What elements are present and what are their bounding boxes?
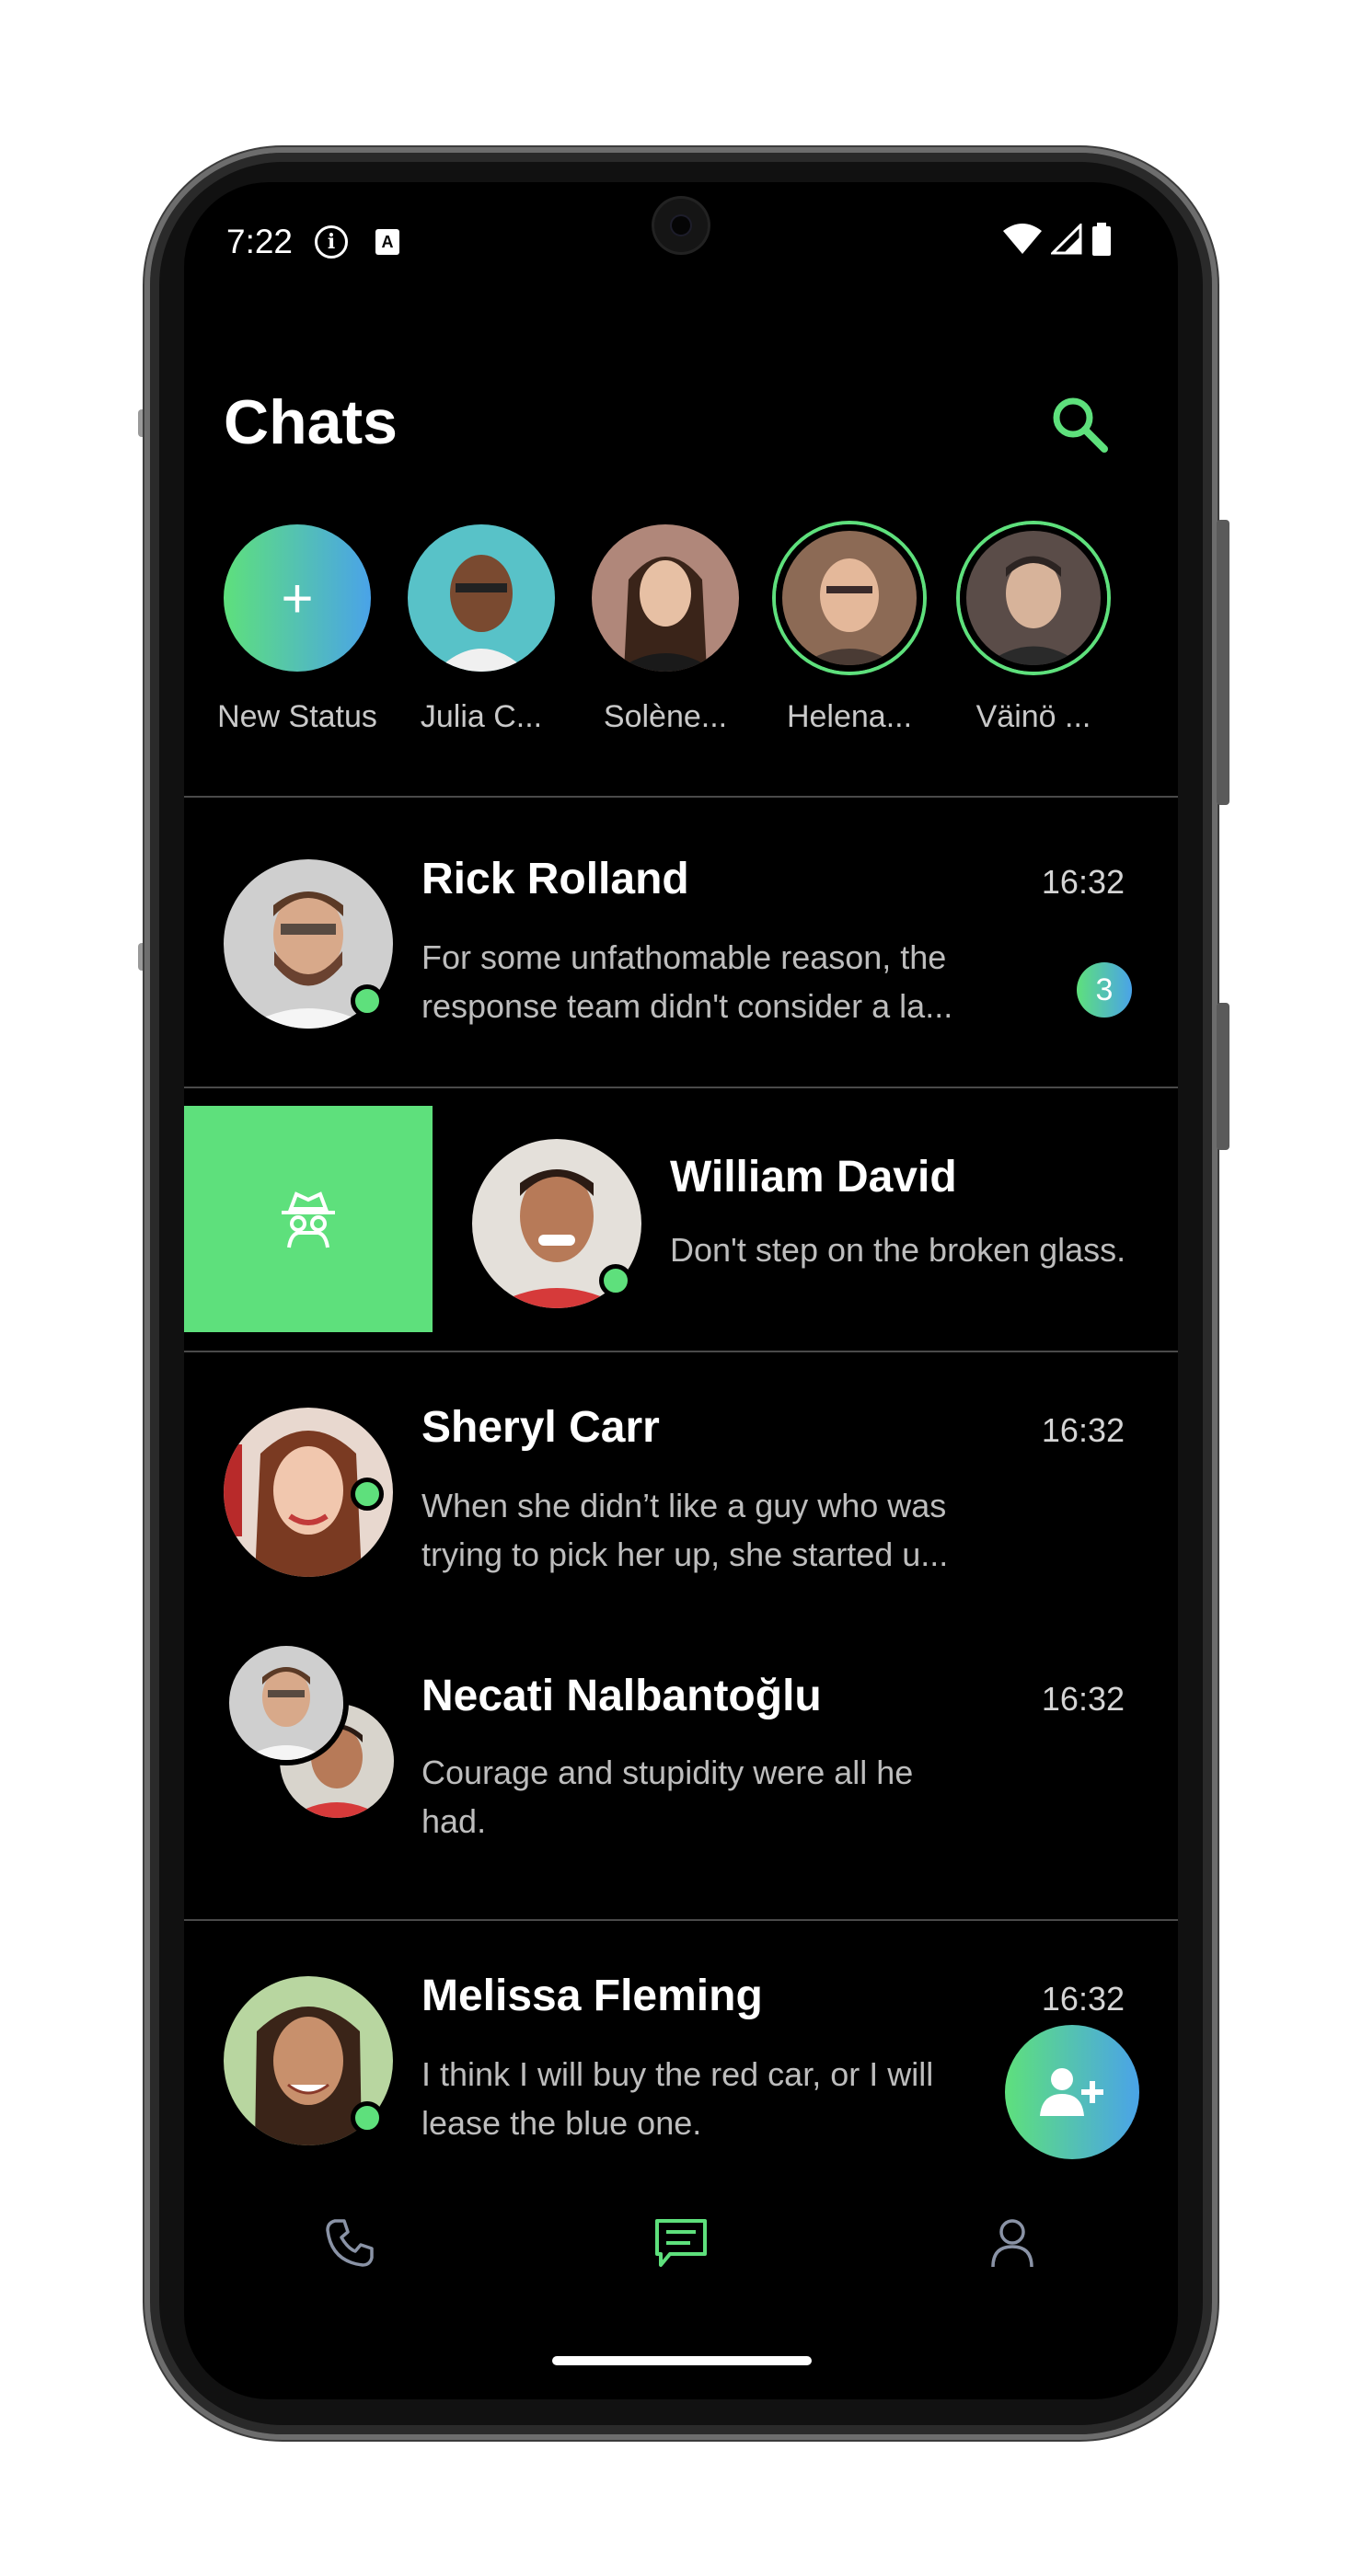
battery-icon xyxy=(1092,223,1111,256)
group-avatar-primary xyxy=(224,1640,349,1765)
story-label: Helena... xyxy=(786,699,913,734)
divider xyxy=(184,796,1178,798)
status-stories: + New Status Julia C... Solène... Helena… xyxy=(217,524,1178,745)
chat-preview: When she didn’t like a guy who was tryin… xyxy=(421,1481,1010,1579)
chat-row-necati-nalbantoglu[interactable]: Necati Nalbantoğlu 16:32 Courage and stu… xyxy=(184,1638,1178,1877)
search-icon xyxy=(1053,397,1108,453)
chat-preview-line: response team didn't consider a la... xyxy=(421,987,953,1025)
chat-name: Sheryl Carr xyxy=(421,1403,660,1452)
chat-icon xyxy=(655,2219,707,2267)
story-label: Solène... xyxy=(603,699,728,734)
story-new-status[interactable]: + New Status xyxy=(205,524,389,735)
person-add-icon xyxy=(1040,2068,1103,2116)
divider xyxy=(184,1087,1178,1088)
online-indicator xyxy=(351,1478,384,1511)
story-label: Julia C... xyxy=(420,699,543,734)
chat-row-rick-rolland[interactable]: Rick Rolland 16:32 For some unfathomable… xyxy=(184,804,1178,1043)
online-indicator xyxy=(599,1264,632,1297)
chat-preview-line: trying to pick her up, she started u... xyxy=(421,1535,949,1573)
phone-icon xyxy=(326,2219,374,2267)
status-icons xyxy=(1003,223,1112,256)
chat-preview-line: When she didn’t like a guy who was xyxy=(421,1487,947,1524)
chat-preview: For some unfathomable reason, the respon… xyxy=(421,933,1010,1030)
story-avatar xyxy=(776,524,923,672)
story-solene[interactable]: Solène... xyxy=(573,524,757,735)
story-julia[interactable]: Julia C... xyxy=(389,524,573,735)
chat-preview-line: had. xyxy=(421,1802,487,1840)
volume-button[interactable] xyxy=(1217,520,1229,805)
chat-preview: Courage and stupidity were all he had. xyxy=(421,1748,1010,1846)
chat-row-sheryl-carr[interactable]: Sheryl Carr 16:32 When she didn’t like a… xyxy=(184,1352,1178,1592)
nav-profile[interactable] xyxy=(975,2206,1049,2280)
chat-time: 16:32 xyxy=(1041,1411,1125,1449)
story-label: Väinö ... xyxy=(975,699,1091,734)
unread-badge: 3 xyxy=(1077,962,1132,1018)
nav-calls[interactable] xyxy=(313,2206,387,2280)
chat-time: 16:32 xyxy=(1041,1680,1125,1718)
home-indicator[interactable] xyxy=(552,2356,812,2365)
wifi-icon xyxy=(1003,224,1042,254)
chat-name: Rick Rolland xyxy=(421,855,689,903)
chat-time: 16:32 xyxy=(1041,863,1125,901)
new-status-avatar: + xyxy=(224,524,371,672)
story-helena[interactable]: Helena... xyxy=(757,524,941,735)
chat-preview-line: I think I will buy the red car, or I wil… xyxy=(421,2055,934,2093)
story-avatar xyxy=(408,524,555,672)
bottom-navigation xyxy=(184,2188,1178,2307)
plus-icon: + xyxy=(281,567,314,629)
search-button[interactable] xyxy=(1045,389,1114,459)
add-contact-button[interactable] xyxy=(1005,2025,1139,2159)
story-avatar xyxy=(592,524,739,672)
online-indicator xyxy=(351,984,384,1018)
keyboard-a-icon: A xyxy=(375,229,399,255)
story-label: New Status xyxy=(217,699,377,734)
incognito-icon xyxy=(282,1191,335,1248)
chat-name: Necati Nalbantoğlu xyxy=(421,1672,822,1720)
chat-name: Melissa Fleming xyxy=(421,1972,763,2020)
chat-preview-line: lease the blue one. xyxy=(421,2104,702,2142)
phone-screen: 7:22 i A Chats + New Status Julia C... S… xyxy=(184,182,1178,2399)
signal-icon xyxy=(1051,224,1082,255)
chat-preview-line: For some unfathomable reason, the xyxy=(421,938,947,976)
story-avatar xyxy=(960,524,1107,672)
online-indicator xyxy=(351,2101,384,2134)
page-title: Chats xyxy=(224,387,398,457)
info-icon: i xyxy=(315,225,348,259)
story-vaino[interactable]: Väinö ... xyxy=(941,524,1125,735)
power-button[interactable] xyxy=(1217,1003,1229,1150)
chat-preview: I think I will buy the red car, or I wil… xyxy=(421,2050,1010,2147)
person-icon xyxy=(991,2219,1033,2268)
nav-chats[interactable] xyxy=(644,2206,718,2280)
status-time: 7:22 xyxy=(226,223,294,260)
chat-preview: Don't step on the broken glass. xyxy=(670,1231,1126,1269)
incognito-action-button[interactable] xyxy=(184,1106,433,1332)
chat-time: 16:32 xyxy=(1041,1980,1125,2018)
chat-row-william-david[interactable]: William David Don't step on the broken g… xyxy=(184,1106,1178,1332)
front-camera xyxy=(654,199,708,252)
chat-preview-line: Courage and stupidity were all he xyxy=(421,1754,914,1791)
chat-name: William David xyxy=(670,1153,957,1202)
